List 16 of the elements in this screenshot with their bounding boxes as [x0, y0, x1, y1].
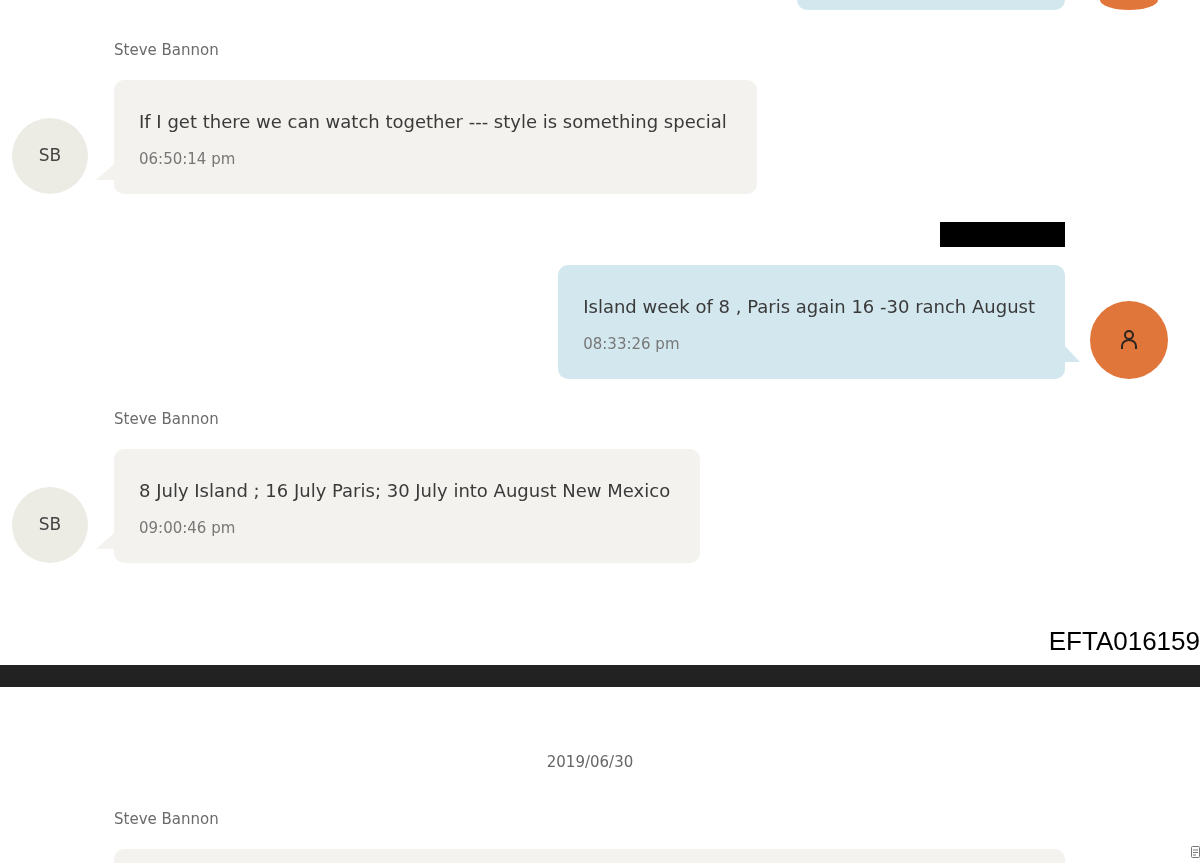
message-text: Island week of 8 , Paris again 16 -30 ranch August: [583, 295, 1035, 319]
document-id: EFTA016159: [1048, 626, 1200, 656]
date-label: 2019/06/30: [546, 752, 634, 772]
message-text: If I get there we can watch together --- style is something special: [139, 110, 727, 134]
message-text: 8 July Island ; 16 July Paris; 30 July into August New Mexico: [139, 479, 671, 503]
document-icon: [1191, 846, 1200, 858]
message-time: 09:00:46 pm: [139, 518, 236, 538]
sender-name: Steve Bannon: [114, 409, 219, 429]
initials-avatar: SB: [12, 118, 88, 194]
person-icon: [1121, 330, 1137, 350]
sender-name: Steve Bannon: [114, 809, 219, 829]
sender-name: Steve Bannon: [114, 40, 219, 60]
initials-avatar: SB: [12, 487, 88, 563]
user-avatar: [1100, 0, 1158, 10]
message-time: 06:50:14 pm: [139, 149, 236, 169]
message-time: 08:33:26 pm: [583, 334, 680, 354]
